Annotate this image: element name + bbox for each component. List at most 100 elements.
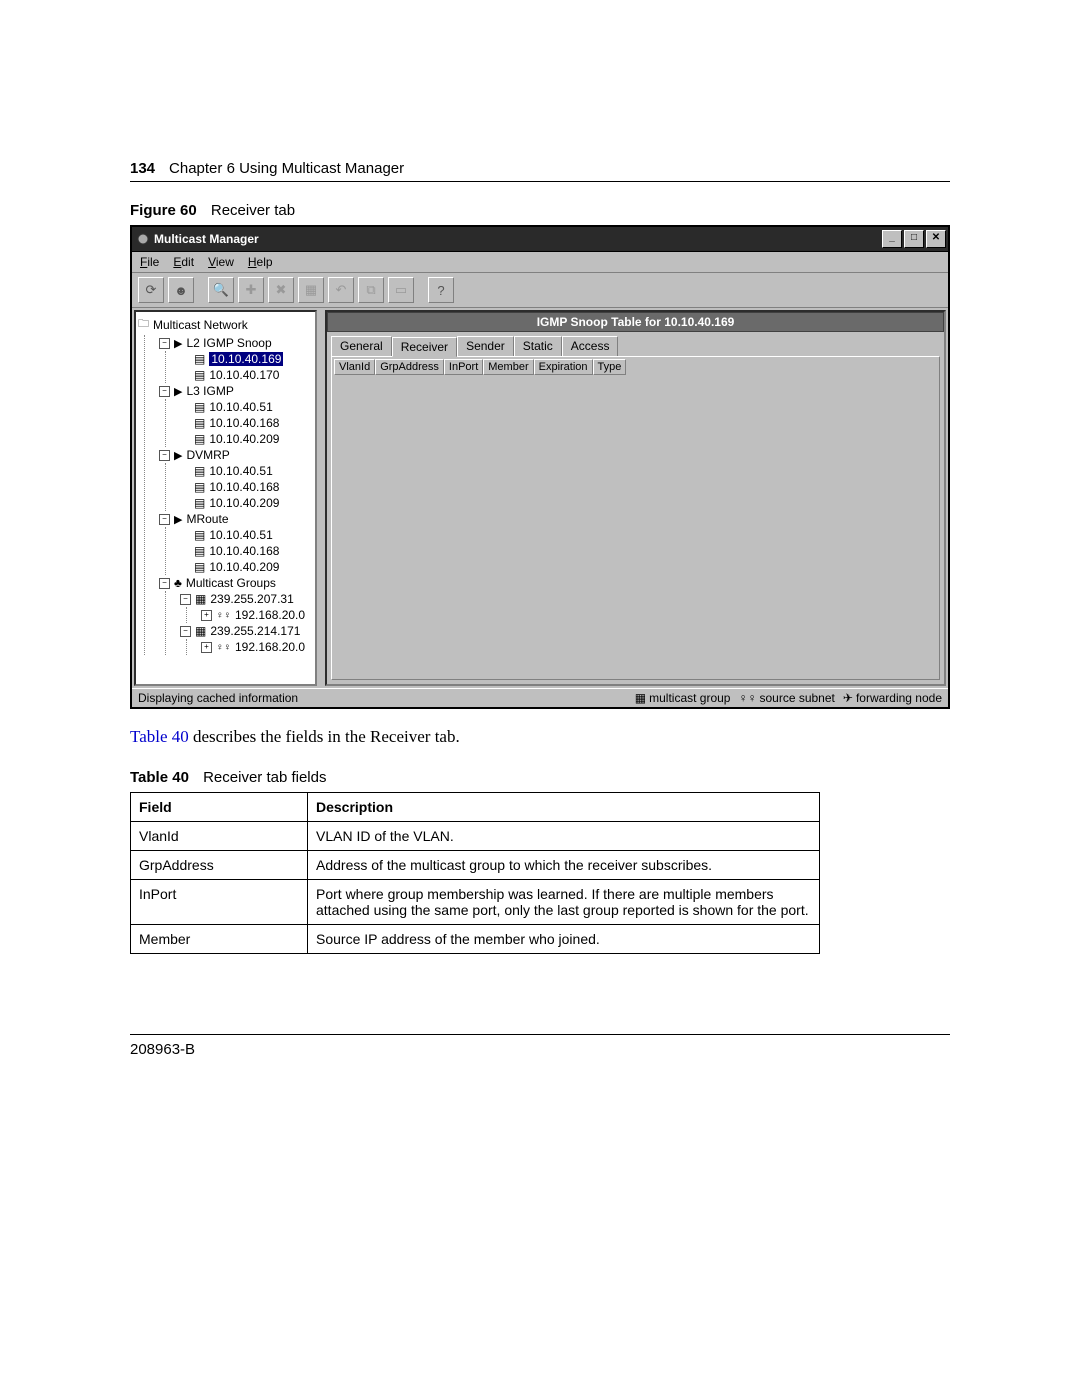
tree-group[interactable]: −▶DVMRP [159,447,313,463]
legend-label: multicast group [649,691,730,705]
figure-label: Figure 60 [130,202,197,219]
menu-help[interactable]: Help [248,255,273,269]
tree-leaf[interactable]: ▤10.10.40.209 [180,495,313,511]
tree-leaf[interactable]: ▤ 10.10.40.209 [180,431,313,447]
close-button[interactable]: ✕ [926,230,946,248]
plus-icon[interactable]: ✚ [238,277,264,303]
tree-group-label: L3 IGMP [186,384,233,398]
tree-leaf[interactable]: ▤ 10.10.40.51 [180,399,313,415]
splitter[interactable] [319,308,323,688]
help-icon[interactable]: ? [428,277,454,303]
tree-root[interactable]: 🗀 Multicast Network [138,314,313,335]
tree-leaf[interactable]: +♀♀192.168.20.0 [201,639,313,655]
arrow-icon: ▶ [174,337,182,350]
statusbar: Displaying cached information ▦multicast… [132,688,948,707]
tree-group[interactable]: −▶L3 IGMP [159,383,313,399]
expand-icon[interactable]: − [159,338,170,349]
tab-receiver[interactable]: Receiver [392,337,457,357]
device-icon: ▤ [194,544,205,558]
source-subnet-icon: ♀♀ [738,691,756,705]
device-icon: ▤ [194,416,205,430]
tree-leaf[interactable]: ▤10.10.40.168 [180,479,313,495]
minimize-button[interactable]: _ [882,230,902,248]
menubar: File Edit View Help [132,252,948,273]
column-header[interactable]: InPort [444,359,483,375]
tree-leaf[interactable]: ▤10.10.40.168 [180,543,313,559]
tree-leaf-label: 192.168.20.0 [235,640,305,654]
column-header[interactable]: Member [483,359,533,375]
menu-file[interactable]: File [140,255,159,269]
device-icon: ▤ [194,432,205,446]
tree-group[interactable]: −♣Multicast Groups [159,575,313,591]
column-header[interactable]: GrpAddress [375,359,444,375]
table-title: Receiver tab fields [203,769,326,786]
file-icon[interactable]: ▭ [388,277,414,303]
tree-group[interactable]: −▶ MRoute [159,511,313,527]
tree-leaf-label: 192.168.20.0 [235,608,305,622]
tree-group-label: Multicast Groups [186,576,276,590]
column-header[interactable]: Type [593,359,627,375]
back-icon[interactable]: ↶ [328,277,354,303]
tree-group-label: MRoute [186,512,228,526]
tree-leaf[interactable]: ▤10.10.40.168 [180,415,313,431]
refresh-icon[interactable]: ⟳ [138,277,164,303]
tree-pane[interactable]: 🗀 Multicast Network −▶L2 IGMP Snoop▤10.1… [134,310,317,686]
tree-leaf[interactable]: ▤10.10.40.170 [180,367,313,383]
tab-sender[interactable]: Sender [457,336,514,356]
alien-icon[interactable]: ☻ [168,277,194,303]
tree-leaf-label: 10.10.40.209 [209,432,279,446]
tab-general[interactable]: General [331,336,392,356]
tree-leaf-label: 10.10.40.51 [209,400,272,414]
maximize-button[interactable]: □ [904,230,924,248]
expand-icon[interactable]: − [180,594,191,605]
multicast-group-icon: ▦ [195,592,206,606]
device-icon: ▤ [194,528,205,542]
group-icon[interactable]: ▦ [298,277,324,303]
tree-subgroup[interactable]: −▦239.255.214.171 [180,623,313,639]
cell-description: VLAN ID of the VLAN. [308,822,820,851]
expand-icon[interactable]: + [201,642,212,653]
menu-edit[interactable]: Edit [173,255,194,269]
body-paragraph: Table 40 describes the fields in the Rec… [130,727,950,747]
expand-icon[interactable]: − [159,514,170,525]
tree-leaf-label: 10.10.40.51 [209,528,272,542]
table-row: InPortPort where group membership was le… [131,880,820,925]
zoom-icon[interactable]: 🔍 [208,277,234,303]
device-icon: ▤ [194,400,205,414]
copy-icon[interactable]: ⧉ [358,277,384,303]
tree-leaf[interactable]: + ♀♀ 192.168.20.0 [201,607,313,623]
tree-subgroup[interactable]: −▦ 239.255.207.31 [180,591,313,607]
tab-access[interactable]: Access [562,336,619,356]
tree-leaf[interactable]: ▤10.10.40.169 [180,351,313,367]
table-link[interactable]: Table 40 [130,727,189,746]
menu-view[interactable]: View [208,255,234,269]
expand-icon[interactable]: + [201,610,212,621]
device-icon: ▤ [194,368,205,382]
table-label: Table 40 [130,769,189,786]
figure-title: Receiver tab [211,202,295,219]
expand-icon[interactable]: − [180,626,191,637]
column-header[interactable]: VlanId [334,359,375,375]
tree-leaf[interactable]: ▤10.10.40.51 [180,463,313,479]
legend-label: source subnet [759,691,834,705]
subnet-icon: ♀♀ [216,610,231,621]
titlebar[interactable]: Multicast Manager _ □ ✕ [132,227,948,252]
cell-field: InPort [131,880,308,925]
tree-leaf[interactable]: ▤10.10.40.209 [180,559,313,575]
tree-group-label: L2 IGMP Snoop [186,336,271,350]
column-header[interactable]: Expiration [534,359,593,375]
tree-leaf-label: 10.10.40.209 [209,560,279,574]
body-text-after: describes the fields in the Receiver tab… [189,727,460,746]
expand-icon[interactable]: − [159,386,170,397]
tab-row: GeneralReceiverSenderStaticAccess [327,332,944,356]
table-row: GrpAddressAddress of the multicast group… [131,851,820,880]
tab-static[interactable]: Static [514,336,562,356]
expand-icon[interactable]: − [159,450,170,461]
delete-icon[interactable]: ✖ [268,277,294,303]
tree-leaf[interactable]: ▤ 10.10.40.51 [180,527,313,543]
th-field: Field [131,793,308,822]
expand-icon[interactable]: − [159,578,170,589]
tree-subgroup-label: 239.255.207.31 [210,592,293,606]
arrow-icon: ▶ [174,513,182,526]
tree-group[interactable]: −▶ L2 IGMP Snoop [159,335,313,351]
